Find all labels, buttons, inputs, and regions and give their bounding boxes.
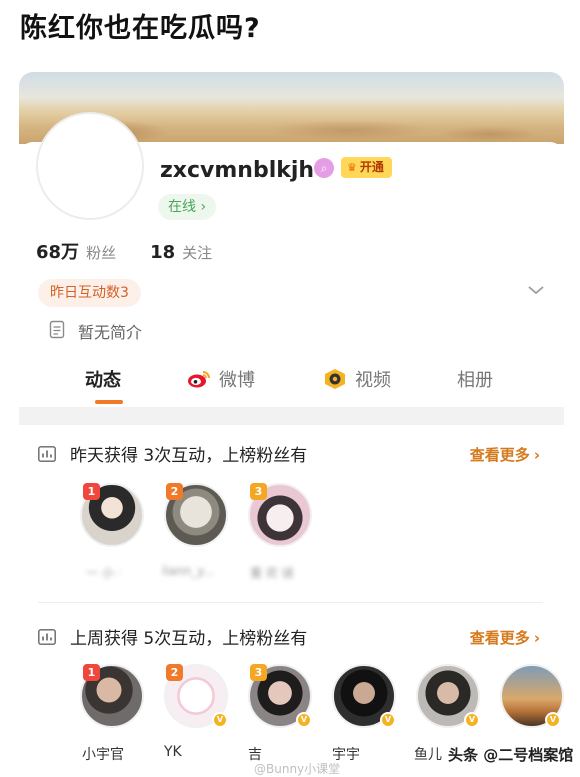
post-headline: 陈红你也在吃瓜吗? [20, 13, 261, 44]
tab-album[interactable]: 相册 [457, 366, 493, 392]
see-more-label: 查看更多 [469, 629, 530, 647]
section-separator [19, 407, 564, 425]
tab-posts[interactable]: 动态 [85, 366, 121, 392]
chevron-right-icon: › [533, 445, 540, 464]
tab-weibo[interactable]: 微博 [187, 366, 255, 392]
fan-name: liann_y... [162, 564, 215, 578]
followers-count: 68万 [36, 242, 80, 263]
profile-avatar[interactable] [36, 112, 144, 220]
last-week-fans-header: 上周获得 5次互动，上榜粉丝有 [38, 624, 307, 649]
followers-stat[interactable]: 68万 粉丝 [36, 238, 116, 264]
tab-video[interactable]: 视频 [323, 366, 391, 392]
rank-badge: 2 [166, 483, 183, 500]
tab-album-label: 相册 [457, 370, 493, 391]
rank-badge: 3 [250, 483, 267, 500]
document-icon [49, 320, 65, 339]
verified-v-icon: V [380, 712, 396, 728]
following-count: 18 [150, 242, 176, 263]
vip-open-label: 开通 [359, 160, 384, 174]
rank-badge: 3 [250, 664, 267, 681]
tab-weibo-label: 微博 [219, 370, 255, 391]
rank-badge: 1 [83, 483, 100, 500]
profile-tabs: 动态 微博 视频 相册 [19, 360, 564, 406]
followers-label: 粉丝 [86, 244, 117, 262]
fan-name: 鱼儿 [414, 747, 442, 763]
verified-v-icon: V [464, 712, 480, 728]
yesterday-fans-title: 昨天获得 3次互动，上榜粉丝有 [70, 446, 308, 466]
chevron-down-icon[interactable] [527, 283, 545, 297]
interaction-count-badge[interactable]: 昨日互动数3 [38, 279, 141, 307]
rank-badge: 2 [166, 664, 183, 681]
profile-stats: 68万 粉丝 18 关注 [36, 238, 212, 264]
weibo-icon [188, 371, 210, 388]
chevron-right-icon: › [533, 628, 540, 647]
tab-video-label: 视频 [355, 370, 391, 391]
verified-v-icon: V [296, 712, 312, 728]
active-tab-indicator [95, 400, 123, 404]
bar-chart-icon [38, 628, 56, 645]
profile-bio: 暂无简介 [78, 323, 143, 342]
following-label: 关注 [182, 244, 213, 262]
last-week-fans-title: 上周获得 5次互动，上榜粉丝有 [70, 629, 308, 649]
crown-icon: ♛ [347, 161, 357, 174]
profile-username: zxcvmnblkjh [160, 158, 315, 183]
see-more-link-last-week[interactable]: 查看更多 › [470, 627, 540, 648]
fan-name: 小宇官 [82, 747, 124, 763]
yesterday-fans-header: 昨天获得 3次互动，上榜粉丝有 [38, 441, 307, 466]
section-divider [38, 602, 543, 603]
tab-posts-label: 动态 [85, 370, 121, 391]
vip-open-badge[interactable]: ♛ 开通 [341, 157, 392, 178]
following-stat[interactable]: 18 关注 [150, 242, 212, 263]
weibo-watermark: @Bunny小课堂 [254, 762, 341, 776]
online-status-pill[interactable]: 在线 › [158, 194, 217, 220]
verified-v-icon: V [212, 712, 228, 728]
video-icon [325, 369, 345, 389]
bar-chart-icon [38, 445, 56, 462]
rank-badge: 1 [83, 664, 100, 681]
verified-v-icon: V [545, 712, 561, 728]
see-more-label: 查看更多 [469, 446, 530, 464]
fan-name: 重 欢 谜 [250, 566, 294, 580]
search-badge-icon[interactable]: ⌕ [314, 158, 334, 178]
see-more-link-yesterday[interactable]: 查看更多 › [470, 444, 540, 465]
source-watermark: 头条 @二号档案馆 [448, 746, 574, 764]
fan-name: YK [164, 744, 182, 760]
fan-name: 一 小 · [86, 566, 122, 580]
